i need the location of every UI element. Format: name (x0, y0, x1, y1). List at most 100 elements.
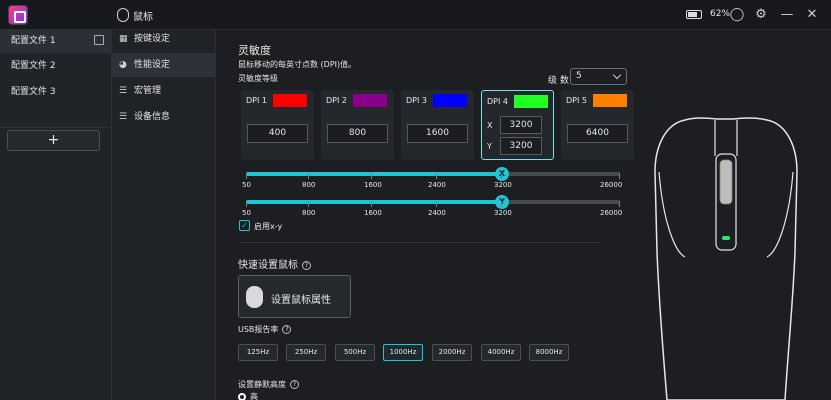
minimize-icon[interactable]: — (778, 6, 796, 24)
sensitivity-level-heading: 灵敏度等级 (238, 74, 278, 83)
polling-rate-button[interactable]: 4000Hz (481, 344, 521, 361)
dpi-name: DPI 3 (406, 96, 427, 105)
tick-label: 1600 (364, 181, 382, 189)
divider (238, 242, 600, 243)
slider-y-ticks (246, 201, 620, 207)
polling-rate-button-selected[interactable]: 1000Hz (383, 344, 423, 361)
slider-x-ticks (246, 173, 620, 179)
quick-setup-title: 快速设置鼠标? (238, 256, 311, 271)
chevron-down-icon (612, 70, 622, 80)
dpi-color-swatch[interactable] (353, 94, 387, 107)
profile-item-3[interactable]: 配置文件 3 (0, 80, 112, 104)
dpi-name: DPI 1 (246, 96, 267, 105)
dpi-y-input[interactable]: 3200 (500, 137, 542, 155)
tick-label: 50 (242, 181, 251, 189)
dpi-card-3[interactable]: DPI 3 1600 (401, 90, 474, 160)
tick-label: 800 (302, 209, 316, 217)
dpi-name: DPI 2 (326, 96, 347, 105)
polling-rate-button[interactable]: 125Hz (238, 344, 278, 361)
sensitivity-description: 鼠标移动的每英寸点数 (DPI)值。 (238, 60, 357, 69)
usb-polling-title-text: USB报告率 (238, 325, 279, 334)
dpi-card-5[interactable]: DPI 5 6400 (561, 90, 634, 160)
dpi-card-4[interactable]: DPI 4 X 3200 Y 3200 (481, 90, 554, 160)
divider (0, 127, 112, 128)
menu-item-label: 宏管理 (134, 86, 162, 96)
set-mouse-properties-button[interactable]: 设置鼠标属性 (238, 275, 351, 318)
tick-label: 1600 (364, 209, 382, 217)
level-count-select[interactable]: 5 (570, 68, 627, 85)
dpi-x-input[interactable]: 3200 (500, 116, 542, 134)
dpi-card-1[interactable]: DPI 1 400 (241, 90, 314, 160)
title-bar: 鼠标 62% ◯ ⚙ — ✕ (0, 0, 831, 30)
menu-item-label: 设备信息 (134, 112, 171, 122)
dpi-color-swatch[interactable] (273, 94, 307, 107)
dpi-value-input[interactable]: 6400 (567, 124, 628, 143)
mouse-outline-illustration (654, 117, 798, 400)
gear-icon[interactable]: ⚙ (752, 6, 770, 24)
help-icon[interactable]: ? (282, 325, 292, 334)
menu-item-label: 按键设定 (134, 34, 171, 44)
close-icon[interactable]: ✕ (803, 6, 821, 24)
dpi-name: DPI 4 (487, 97, 508, 106)
profile-sidebar: 配置文件 1 配置文件 2 配置文件 3 + (0, 29, 112, 400)
tick-label: 26000 (600, 209, 623, 217)
lod-high-label: 高 (250, 392, 258, 400)
button-label: 设置鼠标属性 (271, 295, 331, 306)
profile-label: 配置文件 3 (11, 87, 56, 97)
help-icon[interactable]: ? (302, 261, 311, 270)
tick-label: 50 (242, 209, 251, 217)
profile-item-2[interactable]: 配置文件 2 (0, 54, 112, 78)
tick-label: 3200 (494, 209, 512, 217)
device-tab-label[interactable]: 鼠标 (133, 8, 153, 23)
mouse-icon (246, 286, 263, 308)
polling-rate-button[interactable]: 2000Hz (432, 344, 472, 361)
polling-rate-button[interactable]: 8000Hz (529, 344, 569, 361)
level-count-label: 级 数 (548, 76, 569, 86)
menu-item-label: 性能设定 (134, 60, 171, 70)
enable-xy-label: 启用x-y (254, 222, 283, 231)
polling-rate-button[interactable]: 250Hz (286, 344, 326, 361)
performance-icon: ◕ (119, 60, 127, 70)
dpi-value-input[interactable]: 1600 (407, 124, 468, 143)
menu-item-keys[interactable]: ▦ 按键设定 (112, 27, 216, 51)
tick-label: 800 (302, 181, 316, 189)
tick-label: 2400 (428, 181, 446, 189)
battery-percent: 62% (710, 9, 731, 19)
app-window: 鼠标 62% ◯ ⚙ — ✕ 配置文件 1 配置文件 2 配置文件 3 + ▦ … (0, 0, 831, 400)
lod-high-radio[interactable] (238, 393, 246, 400)
menu-item-performance[interactable]: ◕ 性能设定 (112, 53, 216, 77)
macro-icon: ☰ (119, 86, 128, 96)
dpi-name: DPI 5 (566, 96, 587, 105)
app-logo-icon (8, 5, 28, 25)
profile-item-1[interactable]: 配置文件 1 (0, 29, 112, 53)
bulb-icon[interactable]: ◯ (728, 6, 746, 24)
menu-item-macro[interactable]: ☰ 宏管理 (112, 79, 216, 103)
edit-icon[interactable] (94, 35, 104, 45)
dpi-value-input[interactable]: 800 (327, 124, 388, 143)
dpi-color-swatch[interactable] (514, 95, 548, 108)
lift-off-distance-title: 设置静默高度? (238, 379, 299, 390)
sensitivity-title: 灵敏度 (238, 44, 271, 57)
add-profile-button[interactable]: + (7, 130, 100, 151)
lift-off-distance-title-text: 设置静默高度 (238, 380, 286, 389)
mouse-icon (117, 8, 129, 22)
dpi-card-2[interactable]: DPI 2 800 (321, 90, 394, 160)
polling-rate-button[interactable]: 500Hz (335, 344, 375, 361)
quick-setup-title-text: 快速设置鼠标 (238, 260, 298, 271)
dpi-color-swatch[interactable] (433, 94, 467, 107)
level-count-value: 5 (576, 71, 582, 81)
dpi-y-label: Y (487, 142, 492, 151)
battery-icon (686, 10, 702, 19)
tick-label: 26000 (600, 181, 623, 189)
performance-panel: 灵敏度 鼠标移动的每英寸点数 (DPI)值。 灵敏度等级 级 数 5 DPI 1… (216, 30, 636, 400)
enable-xy-checkbox[interactable]: ✓ (239, 220, 250, 231)
keys-icon: ▦ (119, 34, 128, 44)
help-icon[interactable]: ? (290, 380, 299, 389)
tick-label: 3200 (494, 181, 512, 189)
usb-polling-title: USB报告率? (238, 324, 292, 335)
dpi-x-label: X (487, 121, 493, 130)
menu-item-device-info[interactable]: ☰ 设备信息 (112, 105, 216, 129)
dpi-value-input[interactable]: 400 (247, 124, 308, 143)
dpi-color-swatch[interactable] (593, 94, 627, 107)
profile-label: 配置文件 1 (11, 36, 56, 46)
